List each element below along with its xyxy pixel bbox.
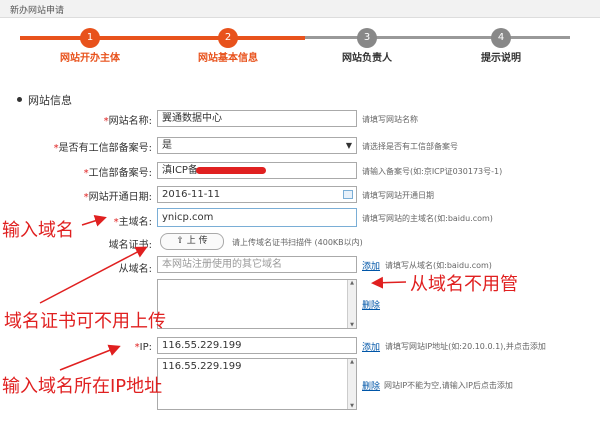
arrow-domain (81, 215, 107, 227)
arrow-cert (39, 246, 148, 304)
annotation-arrows (39, 215, 407, 371)
arrow-ip (59, 344, 121, 371)
arrow-subdomain (371, 276, 407, 289)
